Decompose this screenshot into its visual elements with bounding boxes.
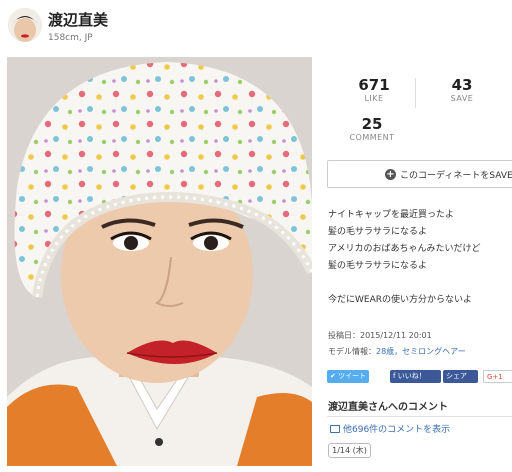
comment-count: 25 <box>361 115 383 133</box>
plus-icon: + <box>385 169 396 180</box>
description-line: 今だにWEARの使い方分からないよ <box>328 295 472 305</box>
coordinate-photo[interactable] <box>7 57 312 466</box>
like-count: 671 <box>358 76 390 94</box>
posted-date-row: 投稿日：2015/12/11 20:01 <box>328 328 466 344</box>
model-info-row: モデル情報：28歳，セミロングヘアー <box>328 344 466 360</box>
description-line: ナイトキャップを最近買ったよ <box>328 210 455 220</box>
stats-panel: 671 LIKE 43 SAVE 25 COMMENT <box>327 70 512 156</box>
stats-divider <box>415 78 416 108</box>
save-coordinate-button[interactable]: + このコーディネートをSAVE <box>327 160 512 188</box>
description-line: 髪の毛サラサラになるよ <box>328 261 428 271</box>
description-blank-line <box>328 275 512 292</box>
description-line: 髪の毛サラサラになるよ <box>328 227 428 237</box>
facebook-icon: f <box>393 372 396 380</box>
save-button-label: このコーディネートをSAVE <box>400 171 512 181</box>
google-plus-button[interactable]: G+1 <box>483 370 512 383</box>
post-description: ナイトキャップを最近買ったよ 髪の毛サラサラになるよ アメリカのおばあちゃんみた… <box>328 207 512 309</box>
tweet-button[interactable]: ✔ ツイート <box>327 370 369 383</box>
facebook-like-button[interactable]: f いいね！ <box>390 370 441 383</box>
comments-title: 渡辺直美さんへのコメント <box>328 402 448 413</box>
model-value-link[interactable]: 28歳，セミロングヘアー <box>376 347 466 356</box>
description-line: アメリカのおばあちゃんみたいだけど <box>328 244 481 254</box>
profile-header: 渡辺直美 158cm, JP <box>0 0 512 54</box>
show-more-comments-label: 他696件のコメントを表示 <box>343 425 451 435</box>
user-name[interactable]: 渡辺直美 <box>48 9 108 30</box>
comment-stat[interactable]: 25 COMMENT <box>341 115 403 142</box>
like-label: LIKE <box>364 94 384 103</box>
post-meta: 投稿日：2015/12/11 20:01 モデル情報：28歳，セミロングヘアー <box>328 328 466 360</box>
tweet-label: ツイート <box>338 372 367 380</box>
facebook-share-button[interactable]: シェア <box>443 370 478 383</box>
comment-date-chip: 1/14 (木) <box>328 443 371 458</box>
comment-icon <box>330 425 340 433</box>
like-stat[interactable]: 671 LIKE <box>351 76 397 103</box>
save-label: SAVE <box>450 94 474 103</box>
posted-label: 投稿日： <box>328 331 360 340</box>
save-stat[interactable]: 43 SAVE <box>439 76 485 103</box>
posted-value: 2015/12/11 20:01 <box>360 331 432 340</box>
show-more-comments-link[interactable]: 他696件のコメントを表示 <box>330 422 450 435</box>
model-label: モデル情報： <box>328 347 376 356</box>
avatar[interactable] <box>8 8 42 42</box>
save-count: 43 <box>451 76 473 94</box>
twitter-bird-icon: ✔ <box>330 372 336 380</box>
user-meta: 158cm, JP <box>48 33 93 43</box>
comment-label: COMMENT <box>349 133 395 142</box>
facebook-like-label: いいね！ <box>397 372 426 380</box>
comments-divider <box>327 416 512 417</box>
